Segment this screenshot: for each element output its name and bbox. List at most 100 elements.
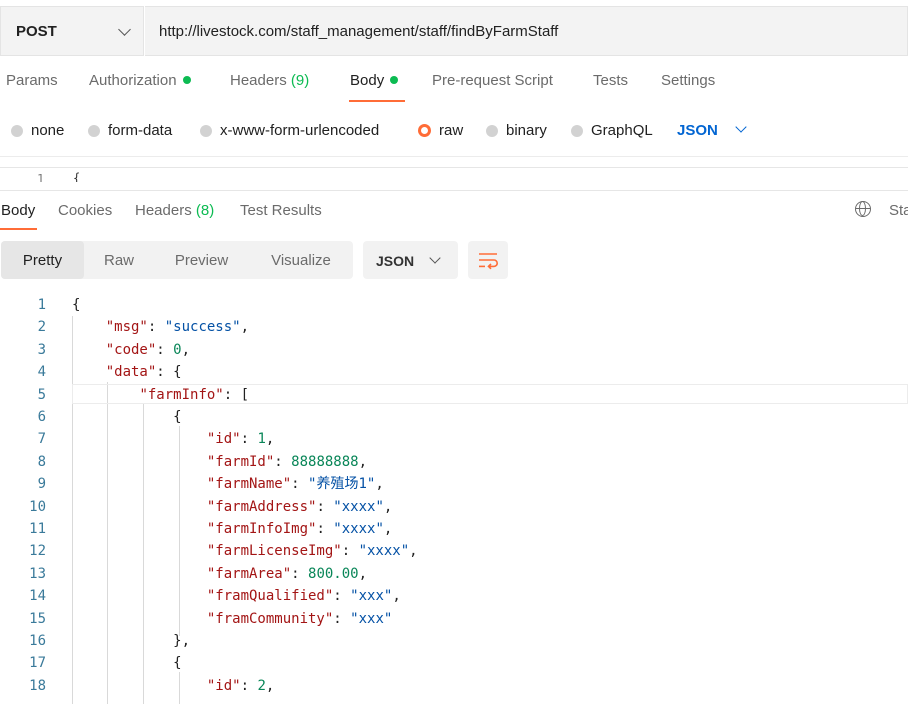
code-token: "id" xyxy=(206,431,241,448)
line-number: 8 xyxy=(37,453,46,470)
tab-body[interactable]: Body xyxy=(350,72,399,89)
tab-cookies[interactable]: Cookies xyxy=(58,202,112,219)
line-number: 15 xyxy=(29,610,46,627)
code-token: "farmAddress" xyxy=(206,498,317,515)
code-token: , xyxy=(383,498,393,515)
tab-label: Body xyxy=(1,202,36,219)
code-line: 13 "farmArea": 800.00, xyxy=(0,563,908,585)
code-token: : { xyxy=(156,364,182,381)
method-select[interactable]: POST xyxy=(0,6,144,56)
tab-test-results[interactable]: Test Results xyxy=(240,202,322,219)
line-number: 9 xyxy=(37,476,46,493)
view-visualize-button[interactable]: Visualize xyxy=(249,241,353,279)
pane-divider[interactable] xyxy=(0,190,908,191)
globe-icon[interactable] xyxy=(855,201,871,217)
divider xyxy=(0,156,908,157)
tab-label: Headers xyxy=(230,72,287,89)
response-tabs: Body Cookies Headers (8) Test Results xyxy=(0,202,908,230)
code-token: 1 xyxy=(257,431,266,448)
code-token: "xxx" xyxy=(350,610,393,627)
response-format-select[interactable]: JSON xyxy=(363,241,458,279)
code-token: "farmInfoImg" xyxy=(206,521,317,537)
tab-tests[interactable]: Tests xyxy=(593,72,628,89)
radio-icon xyxy=(11,124,23,137)
code-token: , xyxy=(240,319,250,336)
code-token: , xyxy=(265,431,275,448)
code-token: 0 xyxy=(173,341,182,358)
line-number: 1 xyxy=(37,297,46,313)
code-token: : xyxy=(341,543,359,560)
response-code-editor[interactable]: 1{2 "msg": "success", 3 "code": 0, 4 "data… xyxy=(0,294,908,704)
button-label: Visualize xyxy=(271,251,331,269)
code-token: "farmInfo" xyxy=(139,386,224,403)
code-token: "id" xyxy=(206,677,241,694)
tab-response-headers[interactable]: Headers (8) xyxy=(135,202,214,219)
code-line: 7 "id": 1, xyxy=(0,428,908,450)
tab-label: Authorization xyxy=(89,72,177,89)
code-token: "养殖场1" xyxy=(308,476,376,493)
code-text: "framQualified": "xxx", xyxy=(72,585,401,607)
raw-format-select[interactable]: JSON xyxy=(677,122,718,139)
radio-label: raw xyxy=(439,122,464,139)
code-token: 800.00 xyxy=(308,565,359,582)
view-preview-button[interactable]: Preview xyxy=(154,241,249,279)
tab-label: Settings xyxy=(661,72,716,89)
radio-x-www-form-urlencoded[interactable]: x-www-form-urlencoded xyxy=(200,122,379,139)
line-number: 12 xyxy=(29,543,46,560)
code-text: "farmAddress": "xxxx", xyxy=(72,496,392,518)
code-token: , xyxy=(409,543,418,560)
code-text: { xyxy=(73,171,81,182)
radio-binary[interactable]: binary xyxy=(486,122,547,139)
code-token: "farmLicenseImg" xyxy=(206,543,342,560)
radio-graphql[interactable]: GraphQL xyxy=(571,122,653,139)
button-label: Pretty xyxy=(22,251,63,269)
code-text: "msg": "success", xyxy=(72,316,249,338)
code-token: 88888888 xyxy=(291,453,359,470)
line-number: 18 xyxy=(29,677,46,694)
code-line: 18 "id": 2, xyxy=(0,675,908,697)
tab-pre-request-script[interactable]: Pre-request Script xyxy=(432,72,553,89)
code-token: }, xyxy=(72,633,191,649)
radio-none[interactable]: none xyxy=(11,122,64,139)
tab-params[interactable]: Params xyxy=(6,72,58,89)
line-number: 2 xyxy=(37,319,46,336)
line-number: 13 xyxy=(29,565,46,582)
tab-headers[interactable]: Headers (9) xyxy=(230,72,309,89)
radio-raw[interactable]: raw xyxy=(418,122,463,139)
code-token: "xxxx" xyxy=(333,498,384,515)
view-raw-button[interactable]: Raw xyxy=(84,241,154,279)
radio-selected-icon xyxy=(418,124,431,137)
tab-label: Cookies xyxy=(58,202,113,219)
code-token: : xyxy=(240,431,258,448)
code-token: , xyxy=(358,565,368,582)
tab-settings[interactable]: Settings xyxy=(661,72,715,89)
chevron-down-icon[interactable] xyxy=(735,121,747,133)
url-input[interactable]: http://livestock.com/staff_management/st… xyxy=(145,6,908,56)
code-token: : [ xyxy=(223,386,250,403)
code-token: "framCommunity" xyxy=(206,610,334,627)
code-line: 14 "framQualified": "xxx", xyxy=(0,585,908,607)
radio-form-data[interactable]: form-data xyxy=(88,122,172,139)
code-token: "code" xyxy=(105,341,157,358)
line-number: 1 xyxy=(37,172,45,182)
code-text: "farmInfoImg": "xxxx", xyxy=(72,518,392,540)
request-body-editor[interactable]: 1 { xyxy=(0,167,908,182)
tab-response-body[interactable]: Body xyxy=(1,202,35,219)
code-line: 6 { xyxy=(0,406,908,428)
code-token: : xyxy=(316,521,334,537)
tab-authorization[interactable]: Authorization xyxy=(89,72,191,89)
code-token: : xyxy=(156,341,174,358)
code-text: }, xyxy=(72,630,190,652)
radio-label: binary xyxy=(506,122,547,139)
radio-icon xyxy=(571,124,583,137)
active-tab-indicator xyxy=(349,100,405,102)
wrap-lines-button[interactable] xyxy=(468,241,508,279)
view-pretty-button[interactable]: Pretty xyxy=(1,241,84,279)
